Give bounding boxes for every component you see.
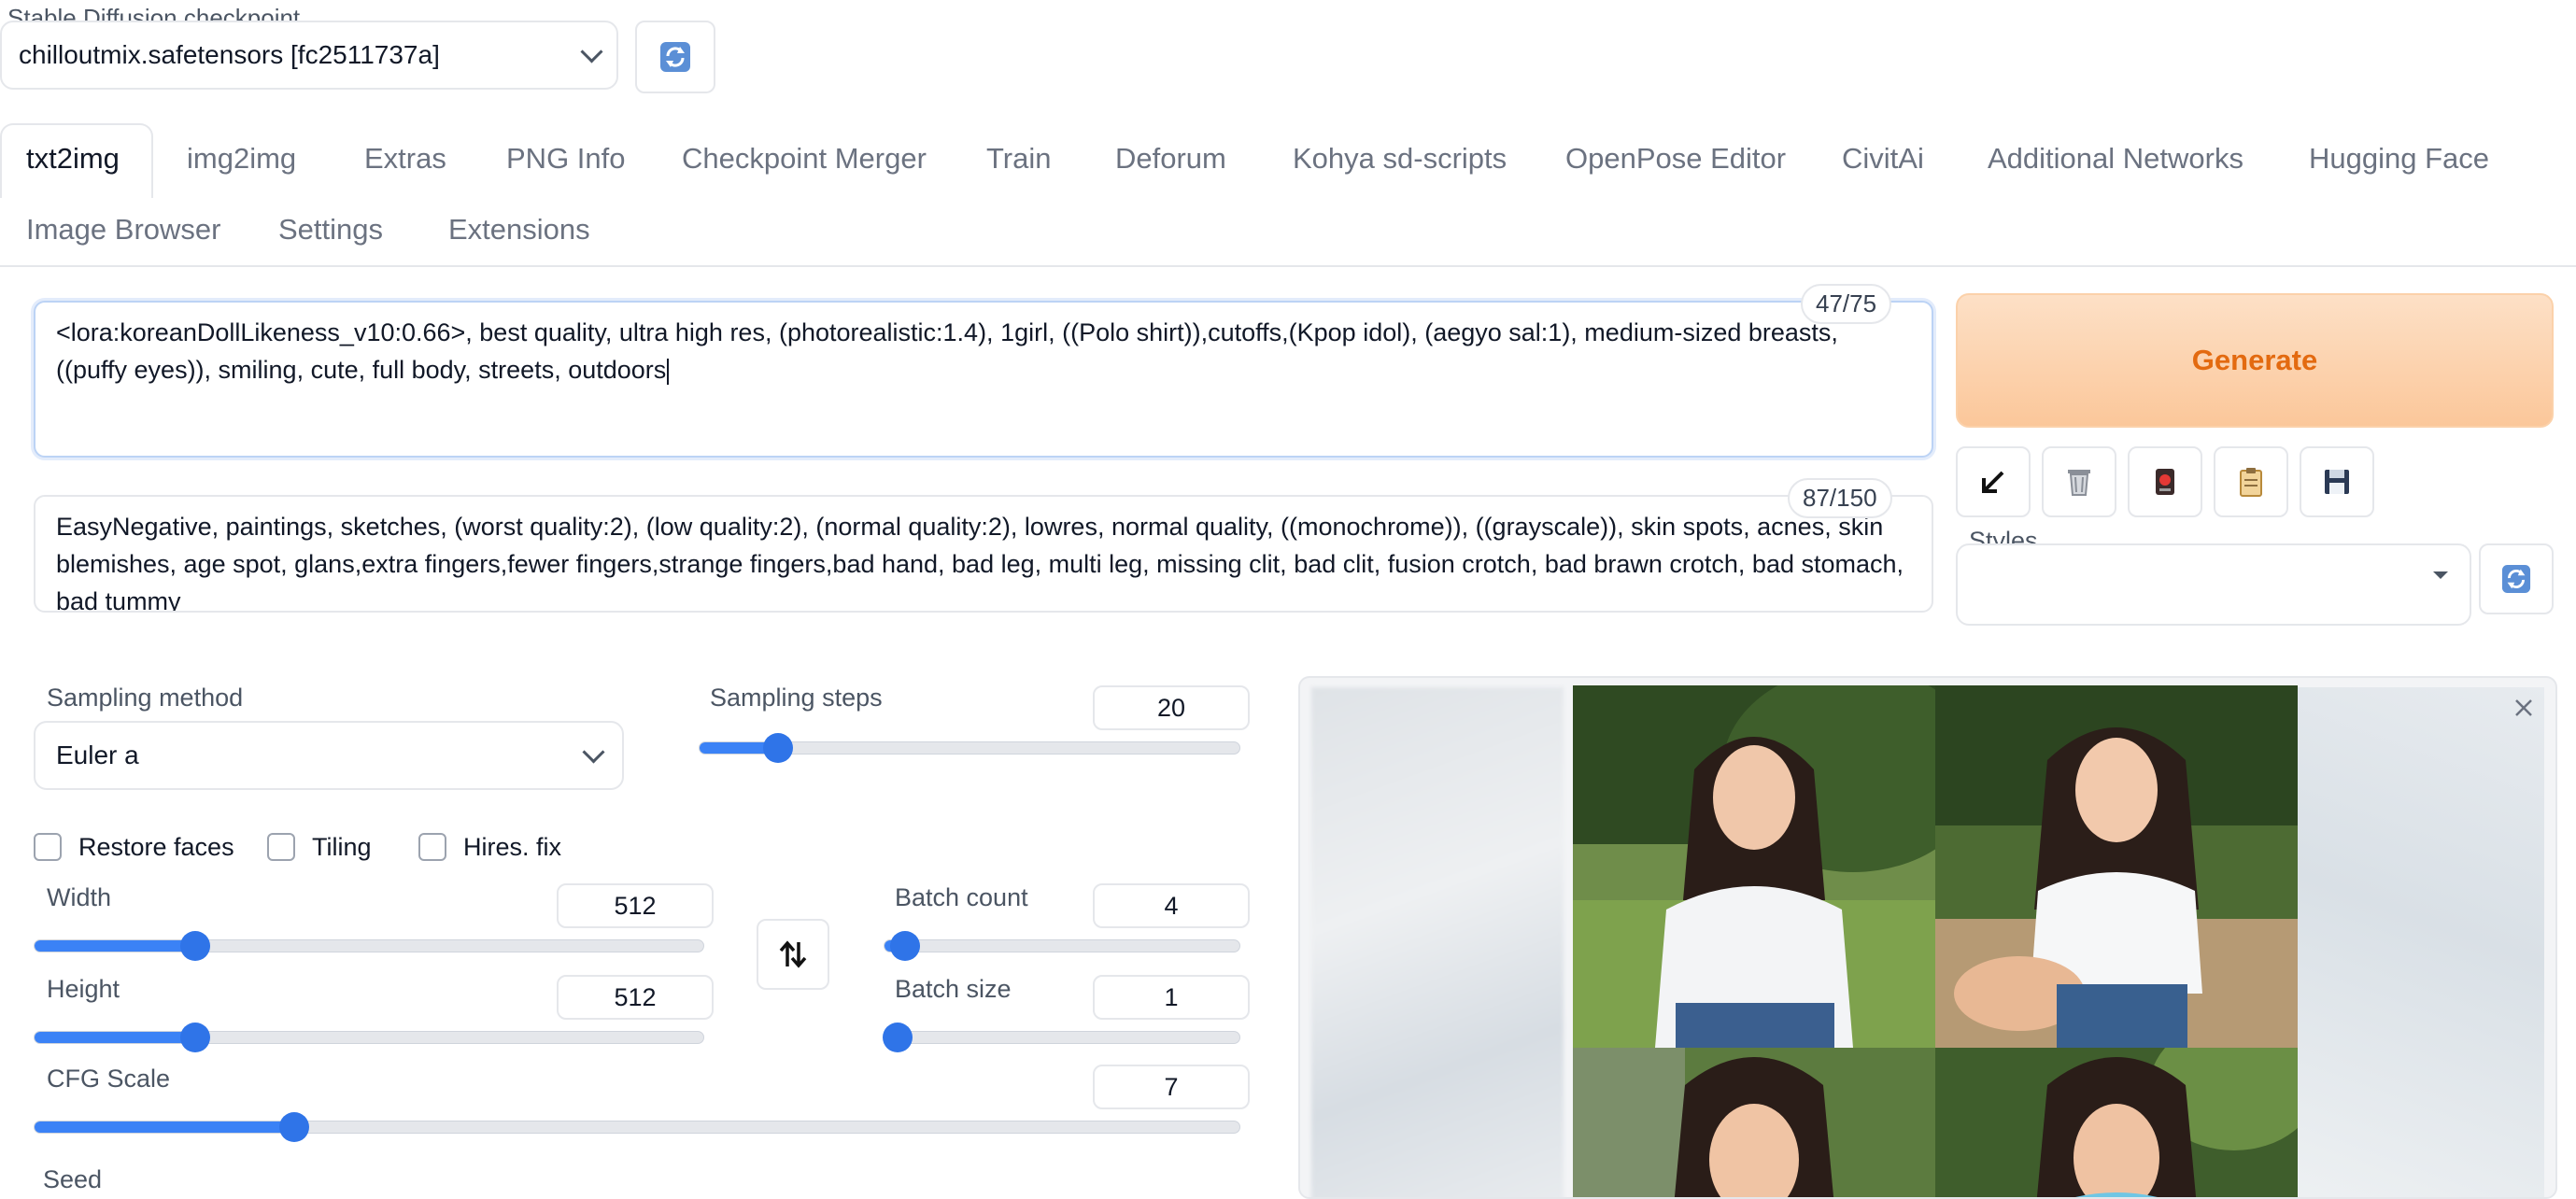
tiling-checkbox[interactable] [267,833,295,861]
slider-fill [35,1032,195,1043]
output-gallery[interactable] [1298,676,2557,1199]
tiling-label: Tiling [312,833,372,861]
sampling-method-label: Sampling method [47,684,244,712]
dropdown-arrow-icon [2433,571,2448,579]
height-label: Height [47,975,120,1003]
gallery-blur-left [1311,687,1564,1197]
text-caret [667,358,670,385]
seed-label: Seed [43,1165,103,1193]
tab-divider [0,265,2576,267]
batch-size-label: Batch size [895,975,1012,1003]
swap-dimensions-button[interactable] [757,919,829,990]
gallery-close-button[interactable] [2509,693,2539,723]
gallery-image-4[interactable] [1935,1048,2298,1197]
slider-handle[interactable] [279,1112,309,1142]
slider-handle[interactable] [180,1023,210,1052]
prompt-token-counter: 47/75 [1801,284,1892,324]
gallery-image-3[interactable] [1573,1048,1935,1197]
arrow-down-left-icon [1982,471,2004,493]
width-slider[interactable] [34,931,704,961]
sampling-method-value: Euler a [56,741,139,769]
hires-fix-label: Hires. fix [463,833,562,861]
checkpoint-value: chilloutmix.safetensors [fc2511737a] [19,40,440,69]
tab-hugging-face[interactable]: Hugging Face [2309,142,2489,176]
generate-button[interactable]: Generate [1956,293,2554,428]
batch-count-label: Batch count [895,883,1028,911]
sampling-steps-slider[interactable] [699,733,1240,763]
negative-prompt-textarea[interactable]: EasyNegative, paintings, sketches, (wors… [34,495,1933,613]
height-slider[interactable] [34,1023,704,1052]
tab-image-browser[interactable]: Image Browser [26,213,220,247]
refresh-checkpoint-button[interactable] [635,21,715,93]
prompt-text: <lora:koreanDollLikeness_v10:0.66>, best… [56,318,1838,384]
tab-extensions[interactable]: Extensions [448,213,590,247]
width-label: Width [47,883,112,911]
negative-prompt-text: EasyNegative, paintings, sketches, (wors… [56,513,1904,613]
model-card-icon [2156,469,2174,495]
tab-png-info[interactable]: PNG Info [506,142,626,176]
cfg-scale-label: CFG Scale [47,1065,171,1093]
batch-count-input[interactable]: 4 [1093,883,1250,928]
tab-additional-networks[interactable]: Additional Networks [1988,142,2243,176]
save-style-button[interactable] [2300,446,2374,517]
slider-handle[interactable] [890,931,920,961]
prompt-textarea[interactable]: <lora:koreanDollLikeness_v10:0.66>, best… [34,301,1933,458]
photo-girl-polo [1573,1048,1935,1197]
batch-size-slider[interactable] [883,1023,1240,1052]
tab-train[interactable]: Train [986,142,1051,176]
photo-girl-polo [1935,1048,2298,1197]
refresh-icon [660,42,690,72]
slider-handle[interactable] [180,931,210,961]
sampling-steps-input[interactable]: 20 [1093,685,1250,730]
chevron-down-icon [582,740,605,764]
clipboard-icon [2240,468,2262,497]
hires-fix-checkbox[interactable] [418,833,446,861]
extra-networks-button[interactable] [2128,446,2202,517]
photo-girl-polo [1935,685,2298,1048]
negative-token-counter: 87/150 [1788,478,1892,518]
gallery-image-2[interactable] [1935,685,2298,1048]
sampling-method-select[interactable]: Euler a [34,721,624,790]
tab-deforum[interactable]: Deforum [1115,142,1226,176]
tab-openpose-editor[interactable]: OpenPose Editor [1565,142,1786,176]
gallery-blur-right [2292,687,2544,1197]
slider-fill [35,940,195,952]
width-input[interactable]: 512 [557,883,714,928]
gallery-image-1[interactable] [1573,685,1935,1048]
apply-style-button[interactable] [2214,446,2288,517]
tab-txt2img[interactable]: txt2img [26,142,120,176]
tab-checkpoint-merger[interactable]: Checkpoint Merger [682,142,927,176]
sampling-steps-label: Sampling steps [710,684,883,712]
swap-arrows-icon [779,940,807,968]
slider-handle[interactable] [883,1023,913,1052]
slider-fill [35,1121,294,1133]
restore-faces-label: Restore faces [78,833,234,861]
refresh-icon [2501,564,2531,594]
checkpoint-select[interactable]: chilloutmix.safetensors [fc2511737a] [0,21,618,90]
tab-img2img[interactable]: img2img [187,142,296,176]
trash-icon [2068,470,2090,496]
batch-size-input[interactable]: 1 [1093,975,1250,1020]
batch-count-slider[interactable] [884,931,1240,961]
tab-extras[interactable]: Extras [364,142,446,176]
refresh-styles-button[interactable] [2479,543,2554,614]
restore-faces-checkbox[interactable] [34,833,62,861]
cfg-scale-input[interactable]: 7 [1093,1065,1250,1109]
read-params-button[interactable] [1956,446,2031,517]
cfg-scale-slider[interactable] [34,1112,1240,1142]
close-icon [2515,699,2532,716]
slider-handle[interactable] [763,733,793,763]
styles-select[interactable] [1956,543,2471,626]
tab-settings[interactable]: Settings [278,213,383,247]
tab-civitai[interactable]: CivitAi [1842,142,1924,176]
tab-kohya-sd-scripts[interactable]: Kohya sd-scripts [1293,142,1507,176]
photo-girl-polo [1573,685,1935,1048]
chevron-down-icon [580,39,603,63]
save-icon [2325,470,2349,494]
height-input[interactable]: 512 [557,975,714,1020]
clear-prompt-button[interactable] [2042,446,2116,517]
